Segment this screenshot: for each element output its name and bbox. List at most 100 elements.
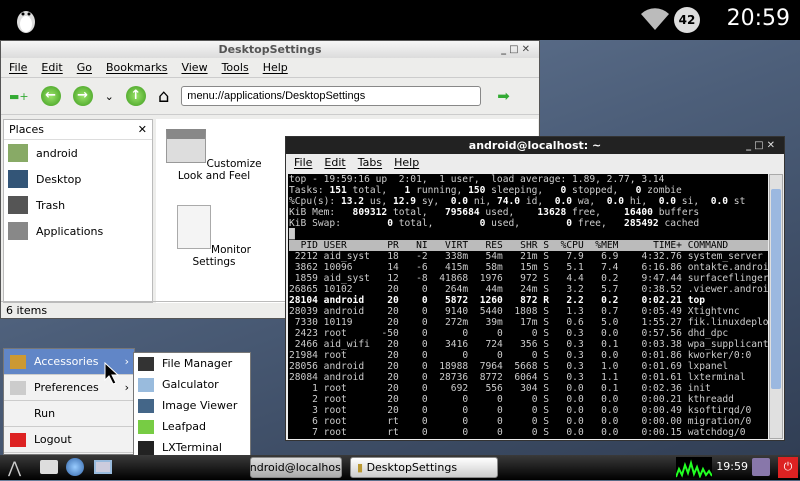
history-dropdown-icon[interactable]: ⌄ [105, 90, 114, 103]
menu-edit[interactable]: Edit [324, 156, 345, 169]
scrollbar-thumb[interactable] [771, 189, 781, 389]
process-cell: -2 [416, 251, 428, 262]
android-status-bar: 42 20:59 [0, 0, 800, 40]
process-cell: 0.2 [601, 295, 619, 306]
logout-icon[interactable]: ⏻ [778, 457, 798, 478]
start-menu-item-logout[interactable]: Logout [4, 427, 134, 453]
window-controls[interactable]: _□✕ [501, 41, 533, 58]
process-cell: 9140 [445, 306, 469, 317]
summary-segment: 285492 [624, 218, 659, 229]
summary-segment: buffers [652, 207, 700, 218]
process-cell: 0.0 [601, 416, 619, 427]
process-cell: S [543, 350, 550, 361]
process-cell: 26865 [289, 284, 318, 295]
place-trash[interactable]: Trash [4, 192, 152, 218]
process-cell: 0.0 [566, 416, 584, 427]
up-button[interactable]: ↑ [125, 86, 146, 106]
home-button[interactable]: ⌂ [158, 86, 169, 107]
status-time: 20:59 [726, 6, 790, 31]
close-sidebar-icon[interactable]: ✕ [138, 123, 147, 136]
process-cell: S [543, 361, 550, 372]
process-cell: 1808 [514, 306, 538, 317]
menu-edit[interactable]: Edit [41, 61, 62, 74]
title-bar[interactable]: android@localhost: ~ _□✕ [286, 137, 784, 154]
process-row: 6 root rt 0 0 0 0 S 0.0 0.0 0:00.00 migr… [289, 416, 768, 427]
logout-icon [10, 432, 26, 447]
process-cell: 20 [387, 339, 399, 350]
show-desktop-icon[interactable] [94, 460, 112, 474]
menu-go[interactable]: Go [77, 61, 92, 74]
process-cell: android [323, 372, 365, 383]
process-cell: 0.3 [566, 372, 584, 383]
menu-help[interactable]: Help [263, 61, 288, 74]
process-cell: S [543, 394, 550, 405]
submenu-item-image-viewer[interactable]: Image Viewer [134, 395, 250, 416]
menu-tools[interactable]: Tools [222, 61, 249, 74]
forward-button[interactable]: → [72, 86, 93, 106]
submenu-item-file-manager[interactable]: File Manager [134, 353, 250, 374]
file-manager-launcher-icon[interactable] [40, 460, 58, 474]
menu-tabs[interactable]: Tabs [358, 156, 382, 169]
window-controls[interactable]: _□✕ [746, 137, 778, 154]
start-menu-item-run[interactable]: Run [4, 401, 134, 427]
new-tab-icon[interactable]: ▬+ [9, 90, 29, 103]
file-manager-icon [138, 356, 154, 371]
address-input[interactable] [181, 86, 482, 106]
process-cell: 0 [497, 328, 503, 339]
folder-icon: ▮ [357, 461, 367, 474]
process-cell: 0 [462, 427, 469, 438]
process-cell: root [323, 328, 347, 339]
process-cell: -6 [416, 262, 428, 273]
process-cell: 0:01.61 [641, 372, 682, 383]
start-menu-button[interactable]: ⋀ [8, 458, 21, 477]
place-android[interactable]: android [4, 140, 152, 166]
taskbar-task-terminal[interactable]: android@localhost: ~ [250, 457, 342, 478]
browser-launcher-icon[interactable] [66, 458, 84, 476]
summary-segment: hi, [624, 196, 659, 207]
menu-item-label: Leafpad [162, 420, 207, 433]
terminal-output[interactable]: top - 19:59:16 up 2:01, 1 user, load ave… [288, 174, 768, 439]
summary-segment: stopped, [566, 185, 636, 196]
process-cell: 5668 [514, 361, 538, 372]
place-desktop[interactable]: Desktop [4, 166, 152, 192]
menu-bookmarks[interactable]: Bookmarks [106, 61, 167, 74]
file-item[interactable]: Monitor Settings [159, 205, 269, 268]
title-bar[interactable]: DesktopSettings _□✕ [1, 41, 539, 58]
menu-file[interactable]: File [294, 156, 312, 169]
process-cell: 0 [421, 361, 428, 372]
summary-segment: running, [410, 185, 469, 196]
process-row: 28039 android 20 0 9140 5440 1808 S 1.3 … [289, 306, 768, 317]
process-cell: 872 [520, 295, 538, 306]
place-applications[interactable]: Applications [4, 218, 152, 244]
column-header: PR [387, 240, 399, 251]
process-cell: 9:47.44 [641, 273, 682, 284]
process-cell: 0 [531, 394, 538, 405]
taskbar-task-desktopsettings[interactable]: ▮ DesktopSettings [350, 457, 498, 478]
process-cell: 28084 [289, 372, 318, 383]
process-cell: S [543, 339, 550, 350]
process-cell: S [543, 284, 550, 295]
process-cell: root [323, 383, 347, 394]
back-button[interactable]: ← [40, 86, 61, 106]
go-button[interactable]: ➡ [497, 87, 510, 105]
column-header: COMMAND [687, 240, 729, 251]
leafpad-icon [138, 419, 154, 434]
summary-segment: %Cpu(s): [289, 196, 341, 207]
process-cell: 24m [520, 284, 538, 295]
summary-segment: ni, [468, 196, 497, 207]
process-cell: 18988 [439, 361, 469, 372]
summary-segment: 0.0 [554, 196, 573, 207]
lock-screen-icon[interactable] [752, 458, 770, 476]
file-item[interactable]: Customize Look and Feel [159, 129, 269, 182]
process-cell: rt [387, 416, 399, 427]
menu-help[interactable]: Help [394, 156, 419, 169]
scrollbar[interactable] [769, 174, 783, 439]
process-cell: 2423 [294, 328, 318, 339]
process-cell: 0 [421, 383, 428, 394]
submenu-item-leafpad[interactable]: Leafpad [134, 416, 250, 437]
process-cell: 356 [520, 339, 538, 350]
menu-view[interactable]: View [181, 61, 207, 74]
process-row: 7 root rt 0 0 0 0 S 0.0 0.0 0:00.15 watc… [289, 427, 768, 438]
submenu-item-galculator[interactable]: Galculator [134, 374, 250, 395]
menu-file[interactable]: File [9, 61, 27, 74]
